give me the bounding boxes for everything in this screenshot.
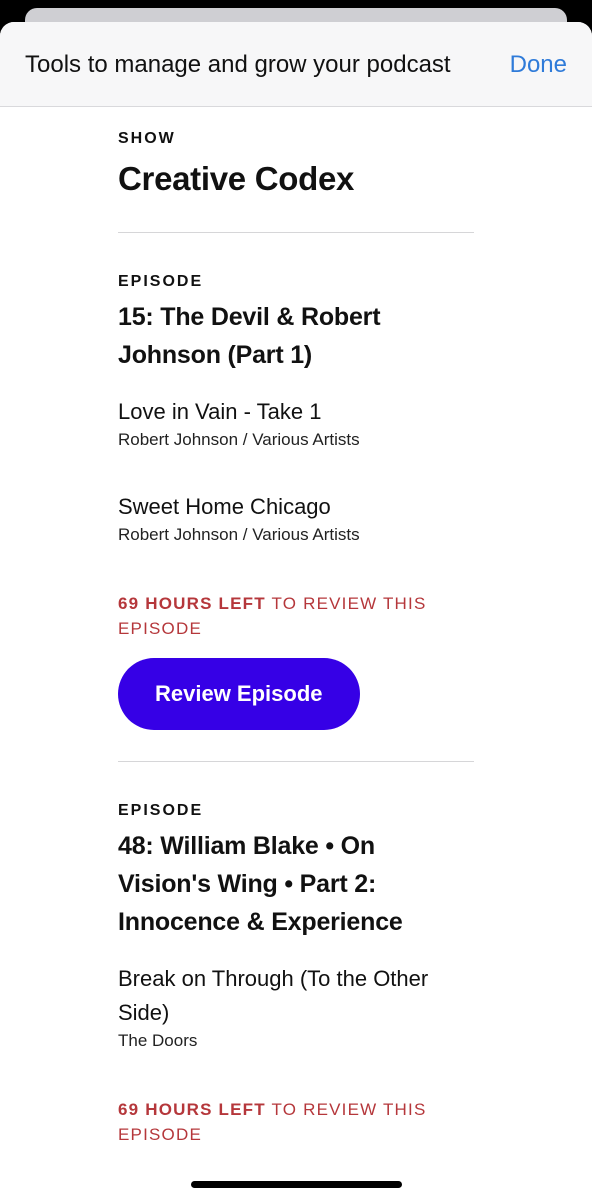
hours-left: 69 HOURS LEFT	[118, 594, 266, 613]
track-name: Sweet Home Chicago	[118, 494, 331, 519]
episode-title: 48: William Blake • On Vision's Wing • P…	[118, 832, 403, 936]
episode-label: EPISODE	[118, 802, 204, 819]
review-countdown: 69 HOURS LEFT TO REVIEW THIS EPISODE	[118, 591, 474, 641]
episode-title: 15: The Devil & Robert Johnson (Part 1)	[118, 303, 381, 369]
sheet-header: Tools to manage and grow your podcast Do…	[0, 22, 592, 107]
show-title: Creative Codex	[118, 160, 355, 197]
show-label: SHOW	[118, 130, 176, 147]
track-artist: Robert Johnson / Various Artists	[118, 525, 360, 544]
hours-left: 69 HOURS LEFT	[118, 1100, 266, 1119]
track-item: Break on Through (To the Other Side) The…	[118, 962, 474, 1052]
track-item: Love in Vain - Take 1 Robert Johnson / V…	[118, 395, 474, 451]
review-countdown: 69 HOURS LEFT TO REVIEW THIS EPISODE	[118, 1097, 474, 1147]
done-button[interactable]: Done	[510, 50, 567, 80]
episode-card: EPISODE 15: The Devil & Robert Johnson (…	[118, 272, 474, 730]
sheet-title: Tools to manage and grow your podcast	[25, 51, 451, 78]
track-name: Love in Vain - Take 1	[118, 399, 322, 424]
episode-card: EPISODE 48: William Blake • On Vision's …	[118, 801, 474, 1147]
review-episode-button[interactable]: Review Episode	[118, 658, 360, 730]
divider	[118, 761, 474, 762]
track-artist: Robert Johnson / Various Artists	[118, 430, 360, 449]
track-item: Sweet Home Chicago Robert Johnson / Vari…	[118, 490, 474, 546]
review-content: SHOW Creative Codex EPISODE 15: The Devi…	[118, 106, 474, 1147]
divider	[118, 232, 474, 233]
show-section: SHOW Creative Codex	[118, 129, 474, 199]
track-name: Break on Through (To the Other Side)	[118, 966, 429, 1025]
home-indicator[interactable]	[191, 1181, 402, 1188]
episode-label: EPISODE	[118, 273, 204, 290]
track-artist: The Doors	[118, 1031, 198, 1050]
podcast-tools-sheet: Tools to manage and grow your podcast Do…	[0, 22, 592, 1200]
